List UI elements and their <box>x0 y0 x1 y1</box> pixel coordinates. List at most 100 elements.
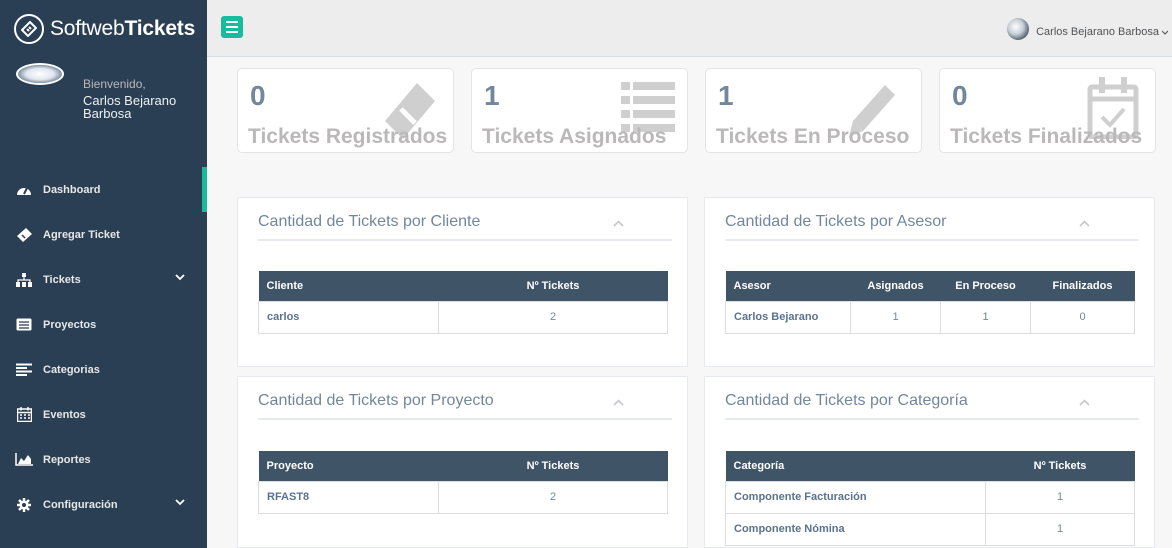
menu-toggle-button[interactable] <box>221 16 243 38</box>
column-header[interactable]: En Proceso <box>940 271 1031 301</box>
table-header-row: Categoría Nº Tickets <box>725 451 1135 481</box>
sidebar-item-label: Eventos <box>43 408 86 421</box>
divider <box>258 239 672 241</box>
brand[interactable]: SoftwebTickets <box>0 0 207 57</box>
column-header[interactable]: Asignados <box>850 271 941 301</box>
chevron-up-icon[interactable] <box>1079 395 1090 409</box>
chevron-up-icon[interactable] <box>613 216 624 230</box>
sidebar-item-label: Proyectos <box>43 318 97 331</box>
sidebar-item-dashboard[interactable]: Dashboard <box>0 167 207 212</box>
panel-title: Cantidad de Tickets por Categoría <box>725 392 968 409</box>
table-cell: Componente Facturación <box>725 480 986 514</box>
ticket-icon <box>15 227 33 242</box>
tile-asignados[interactable]: 1 Tickets Asignados <box>471 68 688 153</box>
sidebar-item-configuracion[interactable]: Configuración <box>0 482 207 527</box>
panel-tickets-por-categoria: Cantidad de Tickets por Categoría Catego… <box>704 376 1155 548</box>
column-header[interactable]: Nº Tickets <box>438 451 668 481</box>
panel-tickets-por-proyecto: Cantidad de Tickets por Proyecto Proyect… <box>237 376 688 548</box>
sitemap-icon <box>15 272 33 287</box>
sidebar-item-tickets[interactable]: Tickets <box>0 257 207 302</box>
sidebar-item-reportes[interactable]: Reportes <box>0 437 207 482</box>
table-cliente: Cliente Nº Tickets carlos 2 <box>258 271 668 334</box>
sidebar-item-label: Agregar Ticket <box>43 228 120 241</box>
table-cell: 1 <box>985 512 1135 546</box>
sidebar-item-label: Tickets <box>43 273 81 286</box>
sidebar-item-label: Reportes <box>43 453 91 466</box>
calendar-icon <box>15 407 33 422</box>
table-row[interactable]: RFAST8 2 <box>258 480 668 514</box>
column-header[interactable]: Proyecto <box>258 451 439 481</box>
user-avatar <box>1007 18 1030 40</box>
tile-count: 1 <box>718 80 734 111</box>
table-header-row: Asesor Asignados En Proceso Finalizados <box>725 271 1135 301</box>
welcome-text: Bienvenido, <box>83 77 146 91</box>
sidebar-item-proyectos[interactable]: Proyectos <box>0 302 207 347</box>
sidebar-menu: Dashboard Agregar Ticket Tickets Proyect… <box>0 167 207 527</box>
table-cell: Componente Nómina <box>725 512 986 546</box>
chevron-up-icon[interactable] <box>613 395 624 409</box>
table-header-row: Cliente Nº Tickets <box>258 271 668 301</box>
sidebar: SoftwebTickets Bienvenido, Carlos Bejara… <box>0 0 207 548</box>
table-cell: 1 <box>985 480 1135 514</box>
ticket-logo-icon <box>14 13 44 44</box>
panel-tickets-por-asesor: Cantidad de Tickets por Asesor Asesor As… <box>704 197 1155 367</box>
column-header[interactable]: Nº Tickets <box>985 451 1135 481</box>
table-asesor: Asesor Asignados En Proceso Finalizados … <box>725 271 1135 334</box>
sidebar-item-label: Configuración <box>43 498 118 511</box>
table-cell: 2 <box>438 300 668 334</box>
panel-tickets-por-cliente: Cantidad de Tickets por Cliente Cliente … <box>237 197 688 367</box>
table-cell: 1 <box>850 300 941 334</box>
chevron-down-icon <box>175 497 185 509</box>
table-cell: 0 <box>1030 300 1135 334</box>
area-chart-icon <box>15 453 33 467</box>
sidebar-item-categorias[interactable]: Categorias <box>0 347 207 392</box>
tile-count: 0 <box>250 80 266 111</box>
list-alt-icon <box>15 318 33 332</box>
column-header[interactable]: Asesor <box>725 271 851 301</box>
align-left-icon <box>15 363 33 377</box>
table-row[interactable]: Componente Facturación 1 <box>725 480 1135 514</box>
tile-label: Tickets En Proceso <box>716 125 910 148</box>
panel-title: Cantidad de Tickets por Proyecto <box>258 392 494 409</box>
table-row[interactable]: Componente Nómina 1 <box>725 512 1135 546</box>
table-cell: 1 <box>940 300 1031 334</box>
table-proyecto: Proyecto Nº Tickets RFAST8 2 <box>258 451 668 514</box>
table-cell: RFAST8 <box>258 480 439 514</box>
table-row[interactable]: carlos 2 <box>258 300 668 334</box>
divider <box>725 239 1139 241</box>
tile-label: Tickets Registrados <box>248 125 448 148</box>
tile-en-proceso[interactable]: 1 Tickets En Proceso <box>705 68 922 153</box>
table-categoria: Categoría Nº Tickets Componente Facturac… <box>725 451 1135 546</box>
column-header[interactable]: Nº Tickets <box>438 271 668 301</box>
top-navbar: Carlos Bejarano Barbosa <box>207 0 1172 57</box>
divider <box>725 418 1139 420</box>
avatar[interactable] <box>16 63 64 85</box>
table-row[interactable]: Carlos Bejarano 1 1 0 <box>725 300 1135 334</box>
sidebar-item-label: Dashboard <box>43 183 101 196</box>
chevron-down-icon <box>1161 26 1169 38</box>
tile-count: 1 <box>484 80 500 111</box>
column-header[interactable]: Cliente <box>258 271 439 301</box>
sidebar-item-agregar-ticket[interactable]: Agregar Ticket <box>0 212 207 257</box>
table-cell: carlos <box>258 300 439 334</box>
brand-name: SoftwebTickets <box>50 16 196 40</box>
column-header[interactable]: Categoría <box>725 451 986 481</box>
profile-name: Carlos Bejarano Barbosa <box>83 93 177 121</box>
user-menu[interactable]: Carlos Bejarano Barbosa <box>1007 18 1169 40</box>
panel-title: Cantidad de Tickets por Asesor <box>725 213 947 230</box>
tile-finalizados[interactable]: 0 Tickets Finalizados <box>939 68 1156 153</box>
sidebar-item-eventos[interactable]: Eventos <box>0 392 207 437</box>
profile: Bienvenido, Carlos Bejarano Barbosa <box>0 57 207 167</box>
table-cell: 2 <box>438 480 668 514</box>
panel-title: Cantidad de Tickets por Cliente <box>258 213 481 230</box>
divider <box>258 418 672 420</box>
chevron-down-icon <box>175 272 185 284</box>
dashboard-icon <box>15 183 33 197</box>
chevron-up-icon[interactable] <box>1079 216 1090 230</box>
user-name: Carlos Bejarano Barbosa <box>1036 26 1159 38</box>
tile-count: 0 <box>952 80 968 111</box>
table-cell: Carlos Bejarano <box>725 300 851 334</box>
column-header[interactable]: Finalizados <box>1030 271 1135 301</box>
tile-label: Tickets Finalizados <box>950 125 1143 148</box>
tile-registrados[interactable]: 0 Tickets Registrados <box>237 68 454 153</box>
